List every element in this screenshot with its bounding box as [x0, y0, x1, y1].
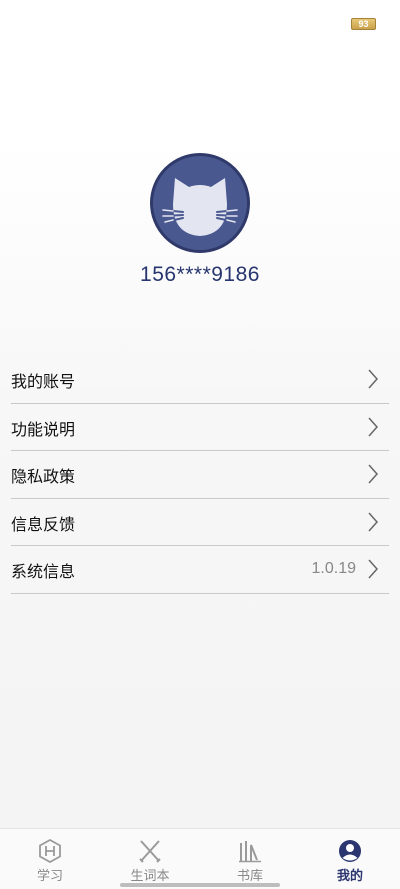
tab-label: 书库: [236, 869, 263, 884]
settings-menu: 我的账号 功能说明 隐私政策 信息反馈 系统信息 1.0.19: [11, 356, 389, 594]
tab-label: 生词本: [130, 869, 170, 884]
tab-mine[interactable]: 我的: [300, 829, 400, 889]
menu-item-features[interactable]: 功能说明: [11, 404, 389, 451]
tab-study[interactable]: 学习: [0, 829, 100, 889]
tab-label: 我的: [336, 869, 363, 884]
chevron-right-icon: [368, 559, 379, 579]
menu-item-label: 信息反馈: [11, 514, 76, 534]
menu-item-system-info[interactable]: 系统信息 1.0.19: [11, 546, 389, 594]
menu-item-label: 系统信息: [11, 562, 76, 582]
version-value: 1.0.19: [311, 560, 356, 577]
menu-item-privacy[interactable]: 隐私政策: [11, 451, 389, 499]
chevron-right-icon: [368, 417, 379, 436]
crossed-pens-icon: [139, 840, 161, 863]
tab-vocabulary[interactable]: 生词本: [100, 829, 200, 889]
chevron-right-icon: [368, 369, 379, 389]
avatar[interactable]: [150, 153, 250, 253]
home-indicator: [120, 883, 280, 887]
menu-item-label: 我的账号: [11, 372, 76, 392]
hexagon-h-icon: [39, 839, 61, 863]
menu-item-label: 功能说明: [11, 419, 76, 439]
phone-number: 156****9186: [140, 263, 260, 286]
menu-item-feedback[interactable]: 信息反馈: [11, 499, 389, 546]
tab-label: 学习: [36, 869, 63, 884]
tab-library[interactable]: 书库: [200, 829, 300, 889]
books-icon: [239, 841, 261, 863]
bottom-tab-bar: 学习 生词本 书库 我的: [0, 828, 400, 889]
cat-icon: [162, 178, 238, 236]
battery-indicator: 93: [351, 18, 376, 30]
menu-item-label: 隐私政策: [11, 467, 76, 487]
user-circle-icon: [339, 840, 361, 862]
menu-item-my-account[interactable]: 我的账号: [11, 356, 389, 404]
chevron-right-icon: [368, 512, 379, 531]
status-bar: 93: [0, 0, 400, 44]
chevron-right-icon: [368, 464, 379, 484]
